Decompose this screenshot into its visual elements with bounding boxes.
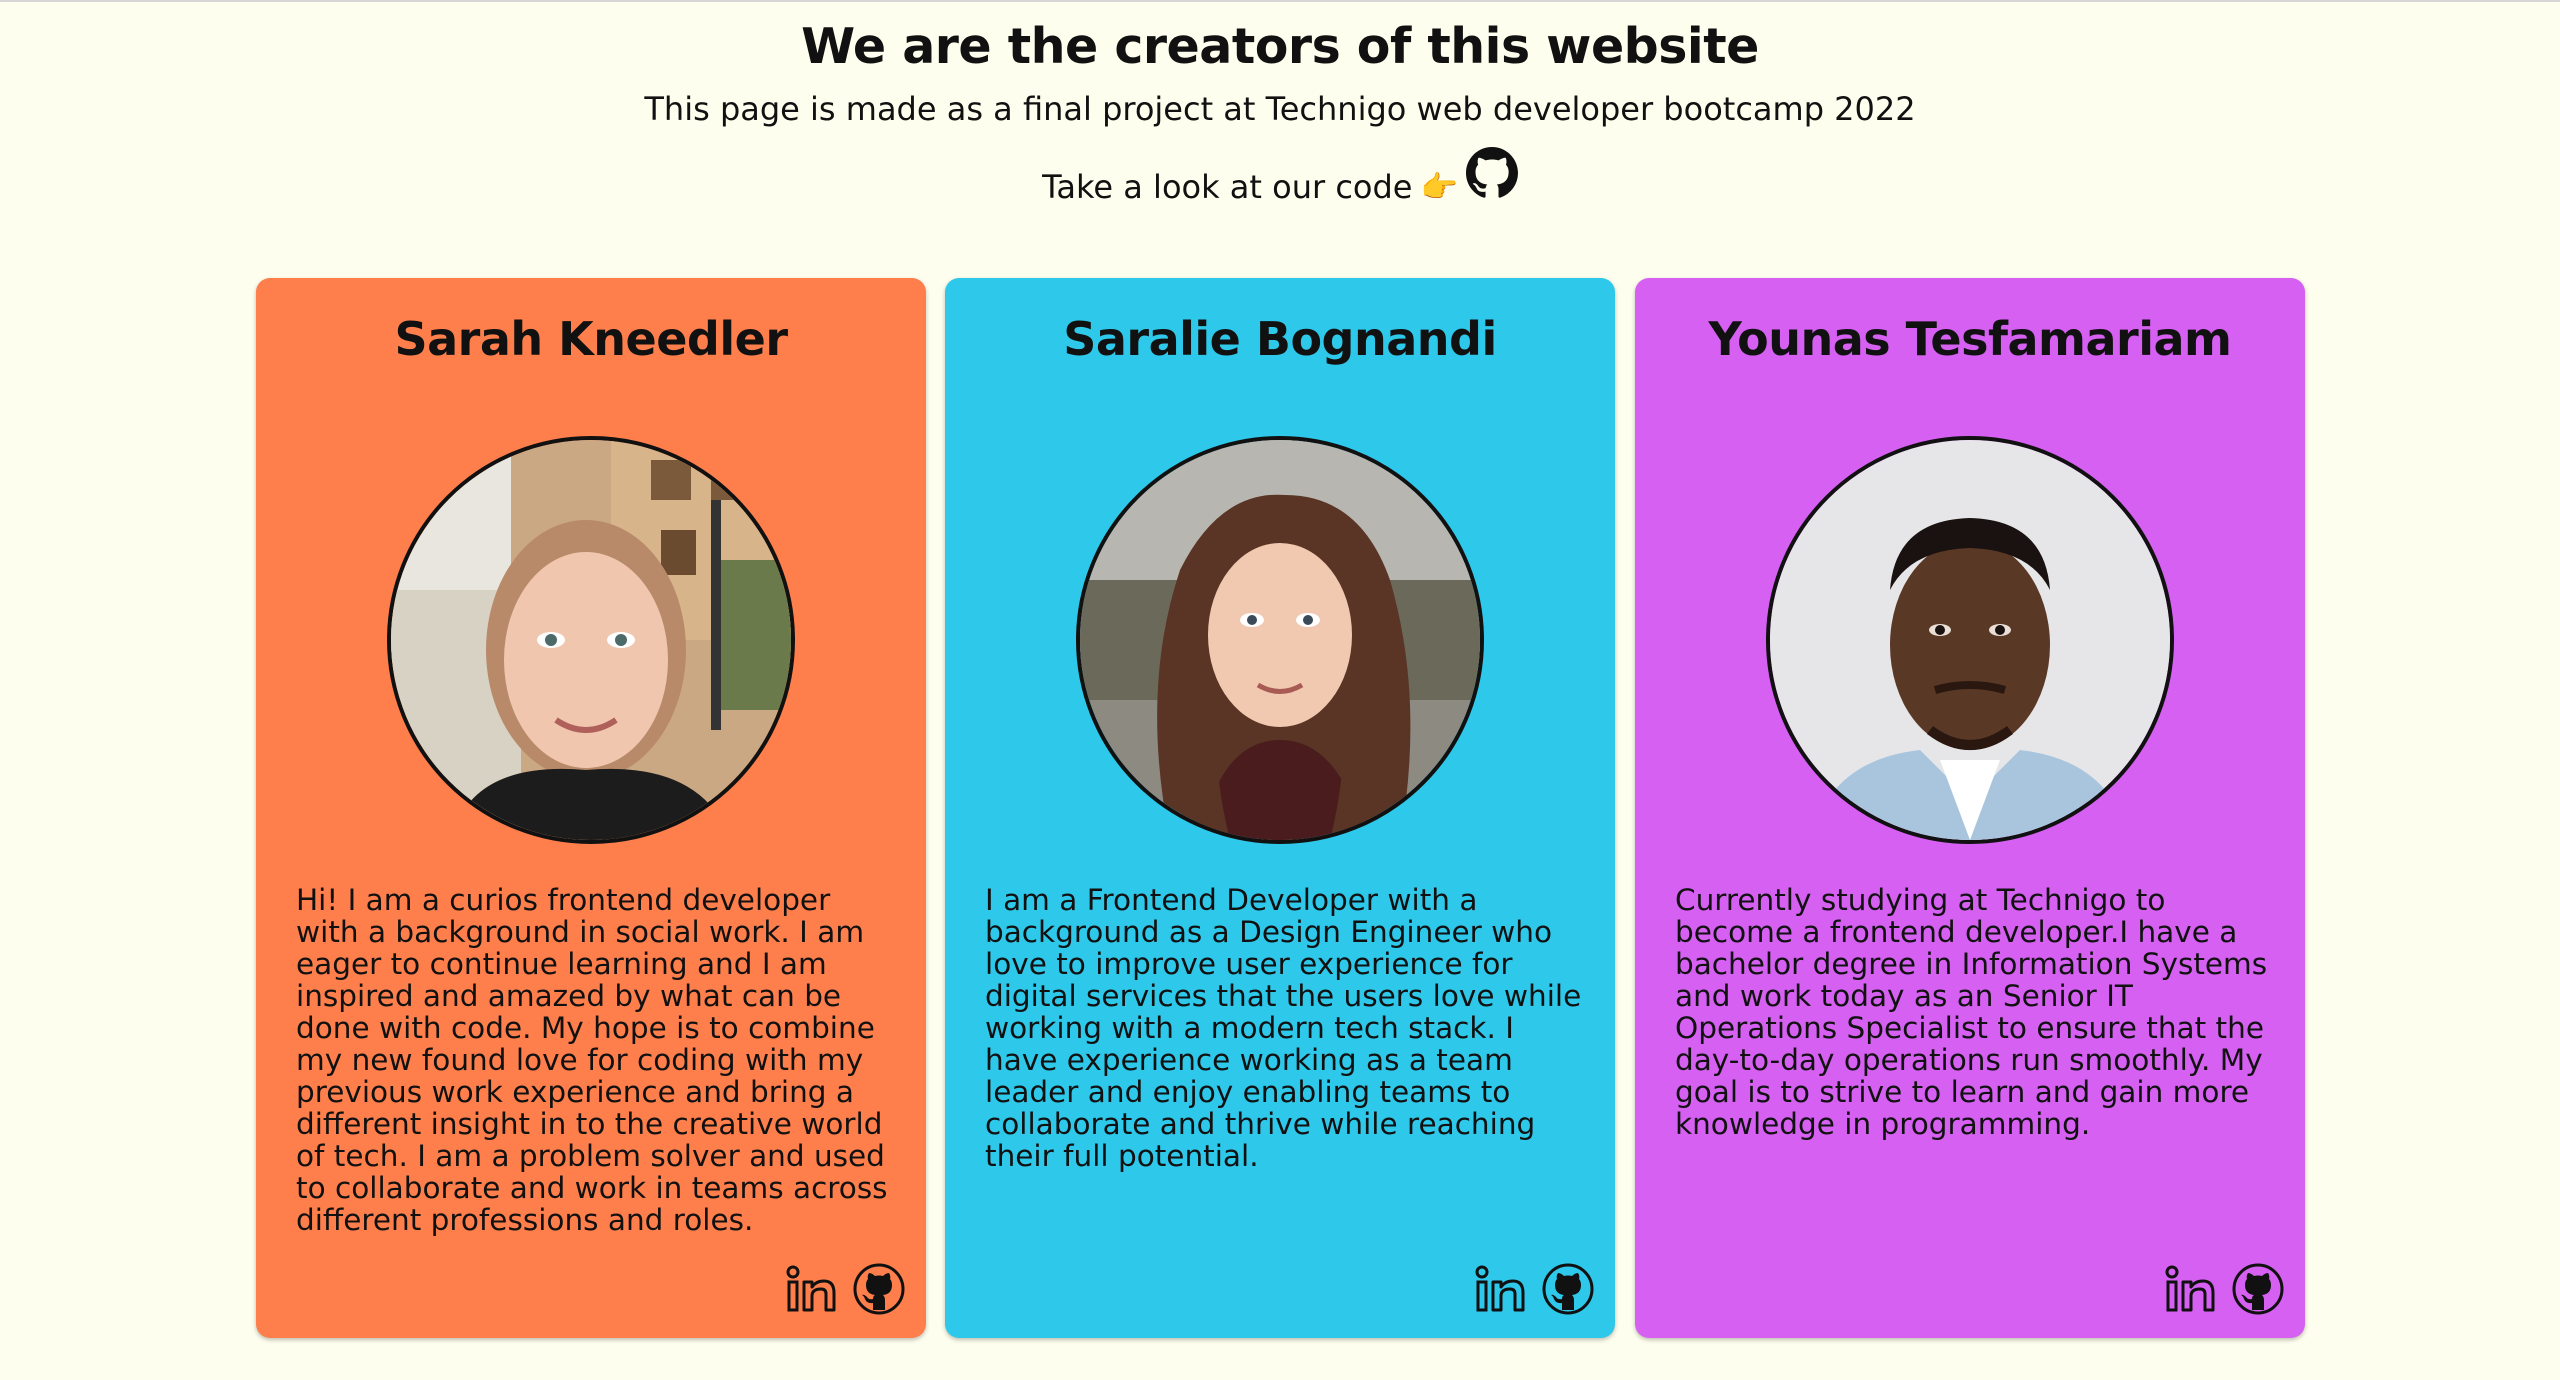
linkedin-icon[interactable]	[1473, 1262, 1527, 1316]
page-subtitle: This page is made as a final project at …	[644, 90, 1916, 128]
code-link-text: Take a look at our code	[1042, 168, 1413, 206]
page-title: We are the creators of this website	[801, 18, 1759, 75]
creator-card-younas: Younas Tesfamariam Currently studying at…	[1635, 278, 2305, 1338]
social-links	[784, 1262, 906, 1316]
avatar	[1076, 436, 1484, 844]
avatar	[387, 436, 795, 844]
github-icon[interactable]	[2231, 1262, 2285, 1316]
github-icon[interactable]	[1541, 1262, 1595, 1316]
linkedin-icon[interactable]	[784, 1262, 838, 1316]
creator-bio: Hi! I am a curios frontend developer wit…	[296, 883, 888, 1237]
creator-card-sarah: Sarah Kneedler Hi! I am a curios fronten…	[256, 278, 926, 1338]
github-icon[interactable]	[1465, 147, 1518, 199]
creator-card-saralie: Saralie Bognandi I am a Frontend Develop…	[945, 278, 1615, 1338]
social-links	[2163, 1262, 2285, 1316]
top-border	[0, 0, 2560, 2]
github-icon[interactable]	[852, 1262, 906, 1316]
creator-name: Saralie Bognandi	[1063, 312, 1497, 366]
creator-name: Younas Tesfamariam	[1708, 312, 2232, 366]
pointing-hand-icon: 👉	[1420, 169, 1458, 205]
avatar	[1766, 436, 2174, 844]
code-link-row: Take a look at our code 👉	[0, 147, 2560, 206]
social-links	[1473, 1262, 1595, 1316]
linkedin-icon[interactable]	[2163, 1262, 2217, 1316]
creator-bio: I am a Frontend Developer with a backgro…	[985, 883, 1582, 1173]
creator-name: Sarah Kneedler	[394, 312, 788, 366]
creator-bio: Currently studying at Technigo to become…	[1675, 883, 2268, 1141]
